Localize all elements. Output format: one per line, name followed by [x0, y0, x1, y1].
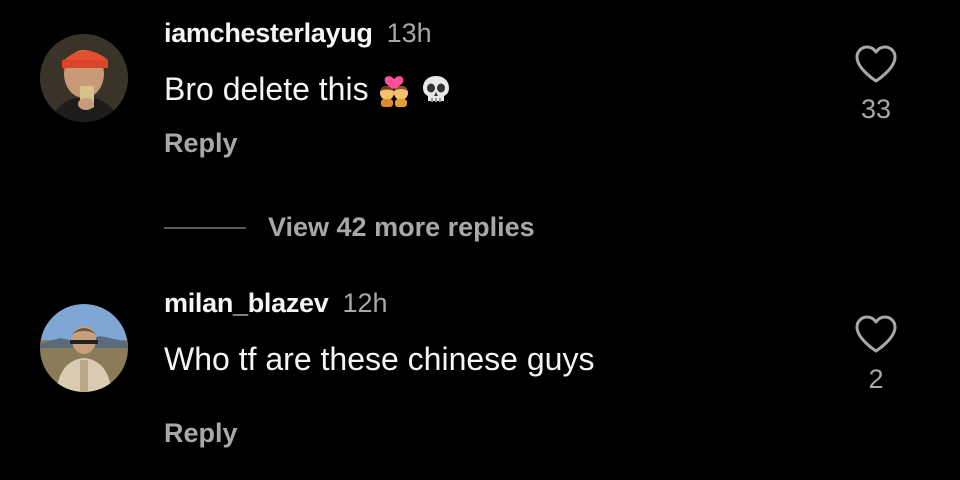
heart-icon[interactable] — [854, 314, 898, 354]
like-area: 33 — [846, 44, 906, 125]
timestamp: 12h — [342, 288, 388, 318]
comment-text: Who tf are these chinese guys — [164, 341, 594, 378]
reply-button[interactable]: Reply — [164, 128, 238, 159]
avatar-image — [40, 34, 128, 122]
like-count: 2 — [868, 364, 884, 394]
view-more-replies-button[interactable]: View 42 more replies — [164, 212, 535, 243]
view-more-replies-label: View 42 more replies — [268, 212, 535, 242]
avatar[interactable] — [40, 34, 128, 122]
comment-item: milan_blazev 12h Who tf are these chines… — [0, 270, 960, 480]
kissing-couple-emoji — [377, 73, 411, 107]
comment-body: Bro delete this — [164, 71, 369, 107]
comment-header: milan_blazev 12h — [164, 288, 388, 319]
comments-screen: iamchesterlayug 13h Bro delete this Repl… — [0, 0, 960, 480]
comment-item: iamchesterlayug 13h Bro delete this Repl… — [0, 0, 960, 200]
timestamp: 13h — [386, 18, 432, 48]
avatar-image — [40, 304, 128, 392]
comment-text: Bro delete this — [164, 71, 453, 108]
reply-button[interactable]: Reply — [164, 418, 238, 449]
heart-icon[interactable] — [854, 44, 898, 84]
replies-divider — [164, 226, 246, 229]
comment-header: iamchesterlayug 13h — [164, 18, 432, 49]
comment-body: Who tf are these chinese guys — [164, 341, 595, 377]
avatar[interactable] — [40, 304, 128, 392]
like-count: 33 — [860, 94, 892, 124]
username[interactable]: milan_blazev — [164, 288, 329, 319]
username[interactable]: iamchesterlayug — [164, 18, 373, 49]
skull-emoji — [419, 73, 453, 107]
like-area: 2 — [846, 314, 906, 395]
